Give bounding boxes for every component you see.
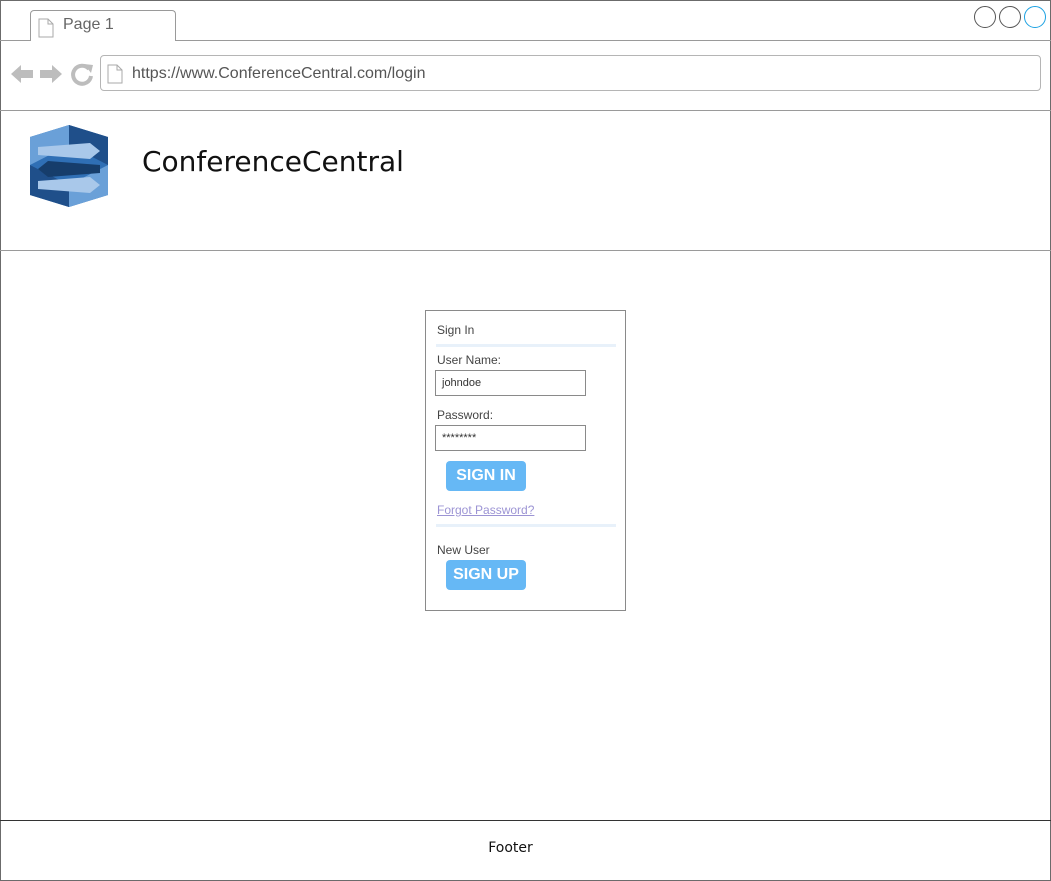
address-bar[interactable]: https://www.ConferenceCentral.com/login [100, 55, 1041, 91]
new-user-label: New User [437, 543, 490, 557]
forgot-password-link[interactable]: Forgot Password? [437, 503, 534, 517]
site-title: ConferenceCentral [142, 145, 404, 178]
reload-icon[interactable] [69, 61, 95, 87]
maximize-button[interactable] [999, 6, 1021, 28]
tab-bar: Page 1 [0, 0, 1051, 41]
forward-arrow-icon[interactable] [38, 61, 64, 87]
username-label: User Name: [437, 353, 502, 367]
navigation-bar: https://www.ConferenceCentral.com/login [0, 41, 1051, 111]
sign-in-panel: Sign In User Name: johndoe Password: ***… [425, 310, 626, 611]
page-icon [107, 64, 123, 89]
sign-up-button[interactable]: SIGN UP [446, 560, 526, 590]
back-arrow-icon[interactable] [9, 61, 35, 87]
tab-page-1[interactable]: Page 1 [30, 10, 176, 41]
username-input[interactable]: johndoe [435, 370, 586, 396]
page-icon [38, 18, 54, 43]
footer-text: Footer [488, 840, 533, 856]
close-button[interactable] [1024, 6, 1046, 28]
divider [436, 524, 616, 527]
password-label: Password: [437, 408, 494, 422]
password-input[interactable]: ******** [435, 425, 586, 451]
footer: Footer [0, 820, 1051, 881]
hexagon-arrows-logo-icon [30, 125, 108, 207]
divider [436, 344, 616, 347]
minimize-button[interactable] [974, 6, 996, 28]
sign-in-button[interactable]: SIGN IN [446, 461, 526, 491]
url-text: https://www.ConferenceCentral.com/login [132, 65, 426, 82]
tab-label: Page 1 [63, 16, 114, 33]
panel-title: Sign In [437, 323, 475, 337]
site-header: ConferenceCentral [0, 111, 1051, 251]
